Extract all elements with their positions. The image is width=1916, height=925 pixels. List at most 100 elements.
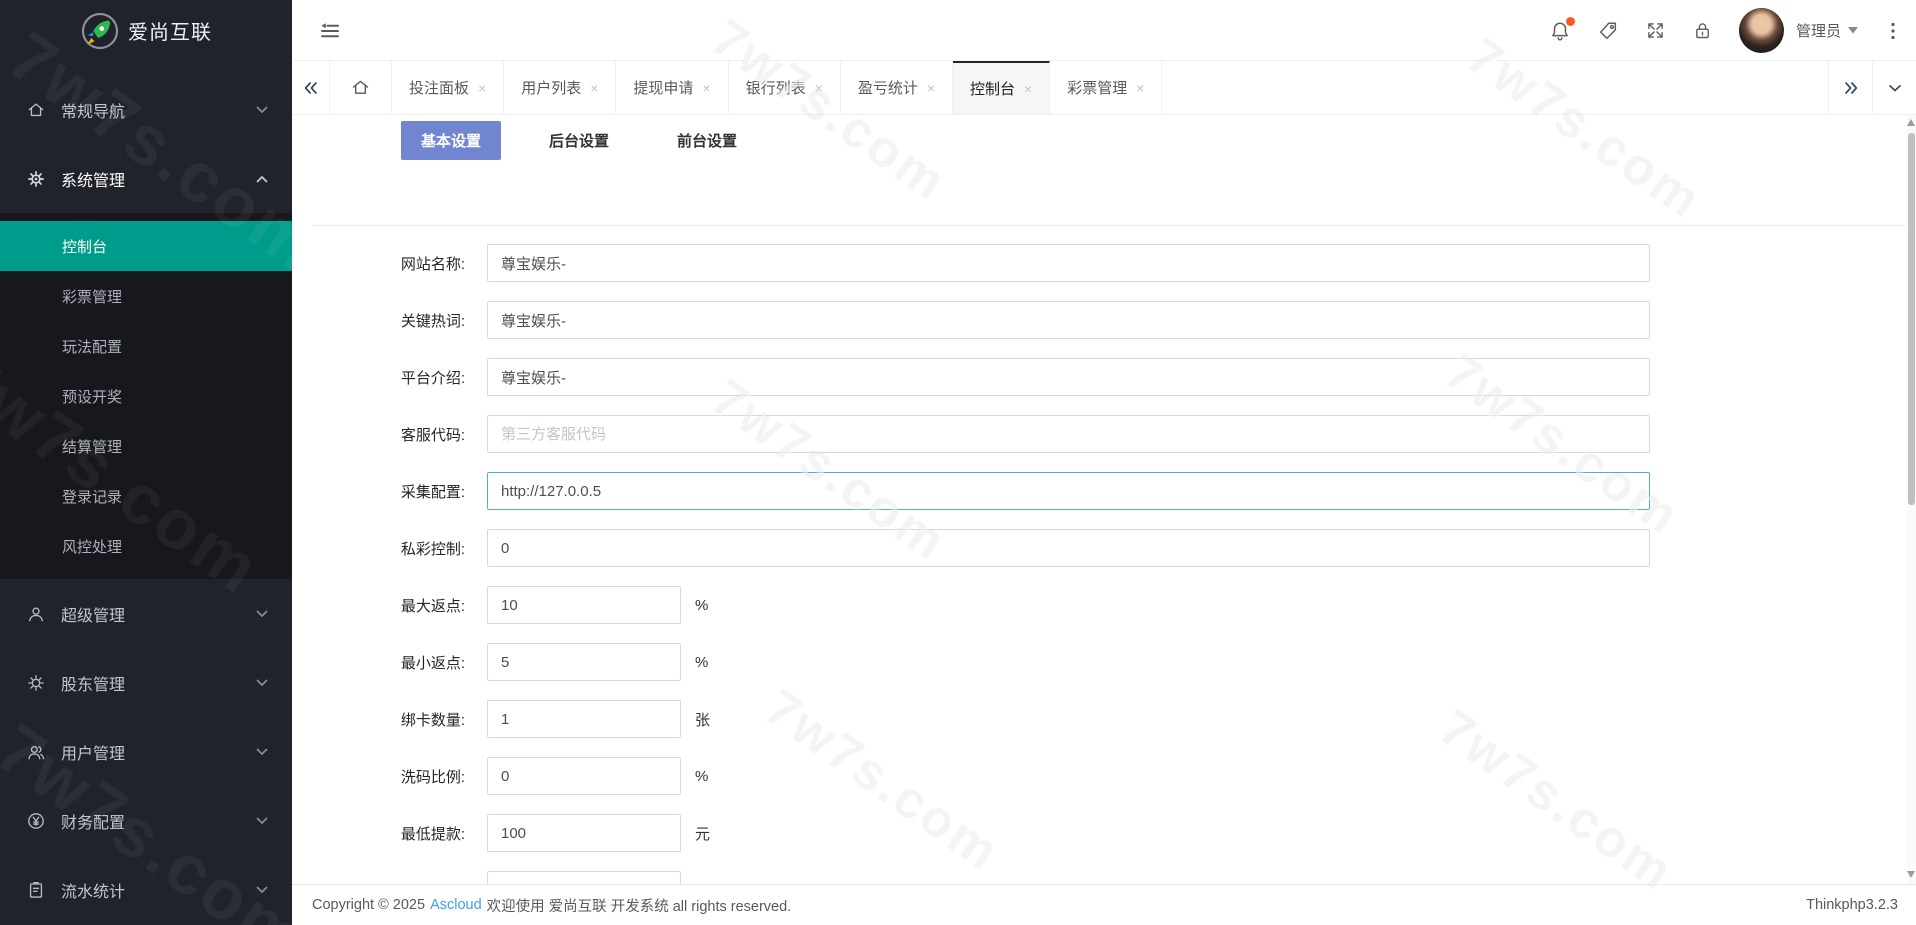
input-platform-intro[interactable]: [487, 358, 1650, 396]
form-row-min-withdraw: 最低提款:元: [292, 814, 1908, 852]
chevron-down-icon: [256, 679, 268, 687]
sidebar-item-label: 超级管理: [61, 602, 256, 626]
input-min-rebate[interactable]: [487, 643, 681, 681]
next-field-partial-input[interactable]: [487, 871, 681, 884]
form-label-platform-intro: 平台介绍:: [292, 367, 465, 388]
submenu-item-risk-control[interactable]: 风控处理: [0, 521, 292, 571]
brand[interactable]: 爱尚互联: [0, 0, 292, 61]
form-label-collect-config: 采集配置:: [292, 481, 465, 502]
brand-name: 爱尚互联: [128, 16, 212, 45]
sidebar-item-user-manage[interactable]: 用户管理: [0, 717, 292, 786]
input-wash-code-ratio[interactable]: [487, 757, 681, 795]
tabs-menu-chevron-icon[interactable]: [1872, 61, 1916, 114]
home-icon: [26, 100, 46, 120]
tab-bar-controls: [1828, 61, 1916, 114]
form-row-private-lottery-control: 私彩控制:: [292, 529, 1908, 567]
top-header: 管理员: [292, 0, 1916, 61]
form-label-wash-code-ratio: 洗码比例:: [292, 766, 465, 787]
submenu-item-login-log[interactable]: 登录记录: [0, 471, 292, 521]
submenu-item-play-config[interactable]: 玩法配置: [0, 321, 292, 371]
chevron-up-icon: [256, 175, 268, 183]
tab-close-icon[interactable]: ×: [702, 80, 710, 96]
fullscreen-icon[interactable]: [1645, 20, 1666, 41]
sidebar-collapse-icon[interactable]: [318, 19, 342, 43]
tabs-scroll-right-icon[interactable]: [1828, 61, 1872, 114]
sidebar-item-label: 系统管理: [61, 167, 256, 191]
yen-circle-icon: [26, 811, 46, 831]
tab-close-icon[interactable]: ×: [1136, 80, 1144, 96]
user-avatar[interactable]: [1739, 8, 1784, 53]
tab-lottery-manage[interactable]: 彩票管理×: [1050, 61, 1162, 114]
user-menu[interactable]: 管理员: [1796, 20, 1858, 41]
tab-console[interactable]: 控制台×: [953, 61, 1050, 114]
tabs-scroll-left-icon[interactable]: [292, 61, 330, 114]
gear-icon: [26, 169, 46, 189]
scroll-down-arrow[interactable]: [1907, 871, 1915, 878]
tab-close-icon[interactable]: ×: [927, 80, 935, 96]
submenu-item-lottery-manage[interactable]: 彩票管理: [0, 271, 292, 321]
sidebar-item-system-manage[interactable]: 系统管理: [0, 144, 292, 213]
tab-label: 投注面板: [409, 77, 469, 98]
lock-icon[interactable]: [1692, 20, 1713, 41]
submenu-item-console[interactable]: 控制台: [0, 221, 292, 271]
sidebar-item-flow-stats[interactable]: 流水统计: [0, 855, 292, 924]
form-row-max-rebate: 最大返点:%: [292, 586, 1908, 624]
submenu-item-preset-draw[interactable]: 预设开奖: [0, 371, 292, 421]
scrollbar-thumb[interactable]: [1908, 133, 1915, 505]
input-max-rebate[interactable]: [487, 586, 681, 624]
tab-user-list[interactable]: 用户列表 ×: [504, 61, 616, 114]
copyright-prefix: Copyright © 2025: [312, 897, 425, 913]
more-menu-icon[interactable]: [1884, 21, 1902, 41]
tab-bank-list[interactable]: 银行列表×: [729, 61, 841, 114]
sidebar-item-label: 财务配置: [61, 809, 256, 833]
caret-down-icon: [1848, 27, 1858, 34]
sidebar-item-general-nav[interactable]: 常规导航: [0, 75, 292, 144]
input-service-code[interactable]: [487, 415, 1650, 453]
tab-withdraw-apply[interactable]: 提现申请×: [616, 61, 728, 114]
input-private-lottery-control[interactable]: [487, 529, 1650, 567]
tab-profit-stats[interactable]: 盈亏统计×: [841, 61, 953, 114]
form-label-max-rebate: 最大返点:: [292, 595, 465, 616]
scroll-up-arrow[interactable]: [1907, 119, 1915, 126]
input-bind-card-count[interactable]: [487, 700, 681, 738]
input-collect-config[interactable]: [487, 472, 1650, 510]
home-tab-icon[interactable]: [330, 61, 392, 114]
form-row-site-name: 网站名称:: [292, 244, 1908, 282]
sidebar-item-super-manage[interactable]: 超级管理: [0, 579, 292, 648]
sidebar-item-finance-config[interactable]: 财务配置: [0, 786, 292, 855]
sidebar-item-label: 流水统计: [61, 878, 256, 902]
input-hot-keywords[interactable]: [487, 301, 1650, 339]
submenu-item-settlement-manage[interactable]: 结算管理: [0, 421, 292, 471]
tag-icon[interactable]: [1597, 20, 1619, 42]
form-row-hot-keywords: 关键热词:: [292, 301, 1908, 339]
form-label-site-name: 网站名称:: [292, 253, 465, 274]
subtab-backend-settings[interactable]: 后台设置: [529, 121, 629, 160]
input-site-name[interactable]: [487, 244, 1650, 282]
clipboard-icon: [26, 880, 46, 900]
form-row-bind-card-count: 绑卡数量:张: [292, 700, 1908, 738]
tab-close-icon[interactable]: ×: [478, 80, 486, 96]
settings-subtabs: 基本设置后台设置前台设置: [292, 115, 1916, 165]
tab-close-icon[interactable]: ×: [1024, 81, 1032, 97]
tab-label: 用户列表: [521, 77, 581, 98]
subtab-frontend-settings[interactable]: 前台设置: [657, 121, 757, 160]
ascloud-link[interactable]: Ascloud: [430, 897, 482, 913]
sidebar: 爱尚互联 常规导航系统管理控制台彩票管理玩法配置预设开奖结算管理登录记录风控处理…: [0, 0, 292, 925]
chevron-down-icon: [256, 748, 268, 756]
sidebar-item-label: 用户管理: [61, 740, 256, 764]
tab-close-icon[interactable]: ×: [590, 80, 598, 96]
sidebar-item-shareholder-manage[interactable]: 股东管理: [0, 648, 292, 717]
input-min-withdraw[interactable]: [487, 814, 681, 852]
footer: Copyright © 2025 Ascloud 欢迎使用 爱尚互联 开发系统 …: [292, 884, 1916, 925]
unit-min-withdraw: 元: [695, 823, 710, 844]
header-actions: 管理员: [1523, 0, 1902, 61]
form-row-min-rebate: 最小返点:%: [292, 643, 1908, 681]
notification-bell-icon[interactable]: [1549, 20, 1571, 42]
subtab-basic-settings[interactable]: 基本设置: [401, 121, 501, 160]
tabs: 投注面板×用户列表×提现申请×银行列表×盈亏统计×控制台×彩票管理×: [392, 61, 1162, 114]
tab-bet-panel[interactable]: 投注面板 ×: [392, 61, 504, 114]
tab-close-icon[interactable]: ×: [815, 80, 823, 96]
unit-wash-code-ratio: %: [695, 768, 708, 785]
chevron-down-icon: [256, 610, 268, 618]
vertical-scrollbar[interactable]: [1907, 115, 1916, 884]
